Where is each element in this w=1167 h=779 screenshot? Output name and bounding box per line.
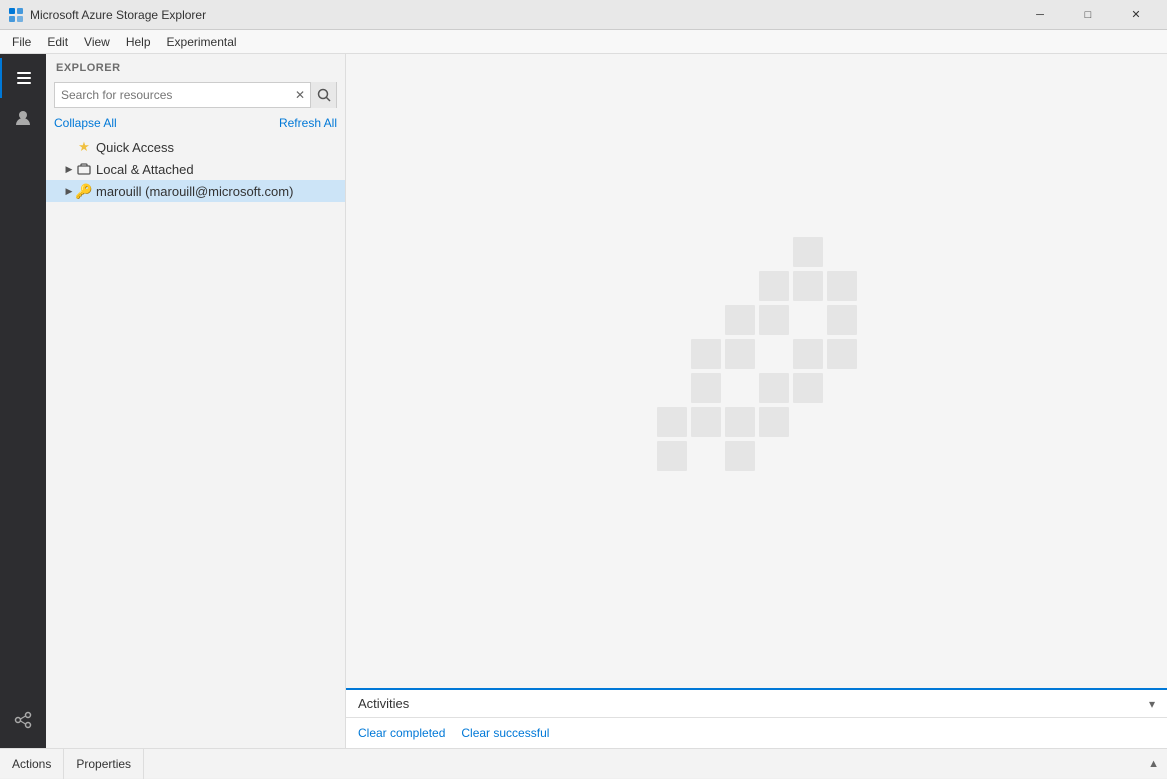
main-container: EXPLORER ✕ Collapse All Refresh All ★ Qu… <box>0 54 1167 748</box>
quick-access-label: Quick Access <box>96 140 174 155</box>
clear-successful-button[interactable]: Clear successful <box>461 726 549 740</box>
sidebar-connect-icon[interactable] <box>0 700 46 740</box>
tree-item-quick-access[interactable]: ★ Quick Access <box>46 136 345 158</box>
activities-title: Activities <box>358 696 409 711</box>
close-button[interactable]: ✕ <box>1113 0 1159 30</box>
activities-header: Activities ▾ <box>346 690 1167 718</box>
menu-help[interactable]: Help <box>118 33 159 51</box>
tree-item-local-attached[interactable]: ▶ Local & Attached <box>46 158 345 180</box>
marouill-icon: 🔑 <box>76 183 92 199</box>
activities-actions: Clear completed Clear successful <box>346 718 1167 748</box>
bottom-tab-actions[interactable]: Actions <box>0 749 64 779</box>
sidebar-bottom <box>0 700 46 740</box>
icon-sidebar <box>0 54 46 748</box>
local-attached-icon <box>76 161 92 177</box>
app-icon <box>8 7 24 23</box>
maximize-button[interactable]: □ <box>1065 0 1111 30</box>
activities-chevron-icon[interactable]: ▾ <box>1149 697 1155 711</box>
tree: ★ Quick Access ▶ Local & Attached ▶ 🔑 ma… <box>46 136 345 748</box>
sidebar-account-icon[interactable] <box>0 98 46 138</box>
content-area: Activities ▾ Clear completed Clear succe… <box>346 54 1167 748</box>
bottom-tab-properties-label: Properties <box>76 757 131 771</box>
window-controls: ─ □ ✕ <box>1017 0 1159 30</box>
bottom-tab-actions-label: Actions <box>12 757 51 771</box>
title-bar: Microsoft Azure Storage Explorer ─ □ ✕ <box>0 0 1167 30</box>
bottom-bar: Actions Properties ▲ <box>0 748 1167 778</box>
local-attached-label: Local & Attached <box>96 162 194 177</box>
search-clear-button[interactable]: ✕ <box>290 82 310 108</box>
quick-access-icon: ★ <box>76 139 92 155</box>
minimize-button[interactable]: ─ <box>1017 0 1063 30</box>
content-main <box>346 54 1167 688</box>
search-submit-button[interactable] <box>310 82 336 108</box>
explorer-actions: Collapse All Refresh All <box>46 114 345 136</box>
marouill-arrow: ▶ <box>62 184 76 198</box>
local-attached-arrow: ▶ <box>62 162 76 176</box>
search-box: ✕ <box>54 82 337 108</box>
menu-file[interactable]: File <box>4 33 39 51</box>
explorer-header: EXPLORER <box>46 54 345 78</box>
menu-bar: File Edit View Help Experimental <box>0 30 1167 54</box>
menu-view[interactable]: View <box>76 33 118 51</box>
activities-panel: Activities ▾ Clear completed Clear succe… <box>346 688 1167 748</box>
bottom-bar-chevron[interactable]: ▲ <box>1148 758 1167 770</box>
azure-logo-decoration <box>657 237 857 505</box>
clear-completed-button[interactable]: Clear completed <box>358 726 445 740</box>
app-title: Microsoft Azure Storage Explorer <box>30 8 1017 22</box>
quick-access-arrow <box>62 140 76 154</box>
menu-edit[interactable]: Edit <box>39 33 76 51</box>
menu-experimental[interactable]: Experimental <box>159 33 245 51</box>
marouill-label: marouill (marouill@microsoft.com) <box>96 184 293 199</box>
sidebar-explorer-icon[interactable] <box>0 58 46 98</box>
collapse-all-button[interactable]: Collapse All <box>54 116 117 130</box>
bottom-tab-properties[interactable]: Properties <box>64 749 144 779</box>
refresh-all-button[interactable]: Refresh All <box>279 116 337 130</box>
tree-item-marouill[interactable]: ▶ 🔑 marouill (marouill@microsoft.com) <box>46 180 345 202</box>
explorer-panel: EXPLORER ✕ Collapse All Refresh All ★ Qu… <box>46 54 346 748</box>
search-input[interactable] <box>55 88 290 102</box>
